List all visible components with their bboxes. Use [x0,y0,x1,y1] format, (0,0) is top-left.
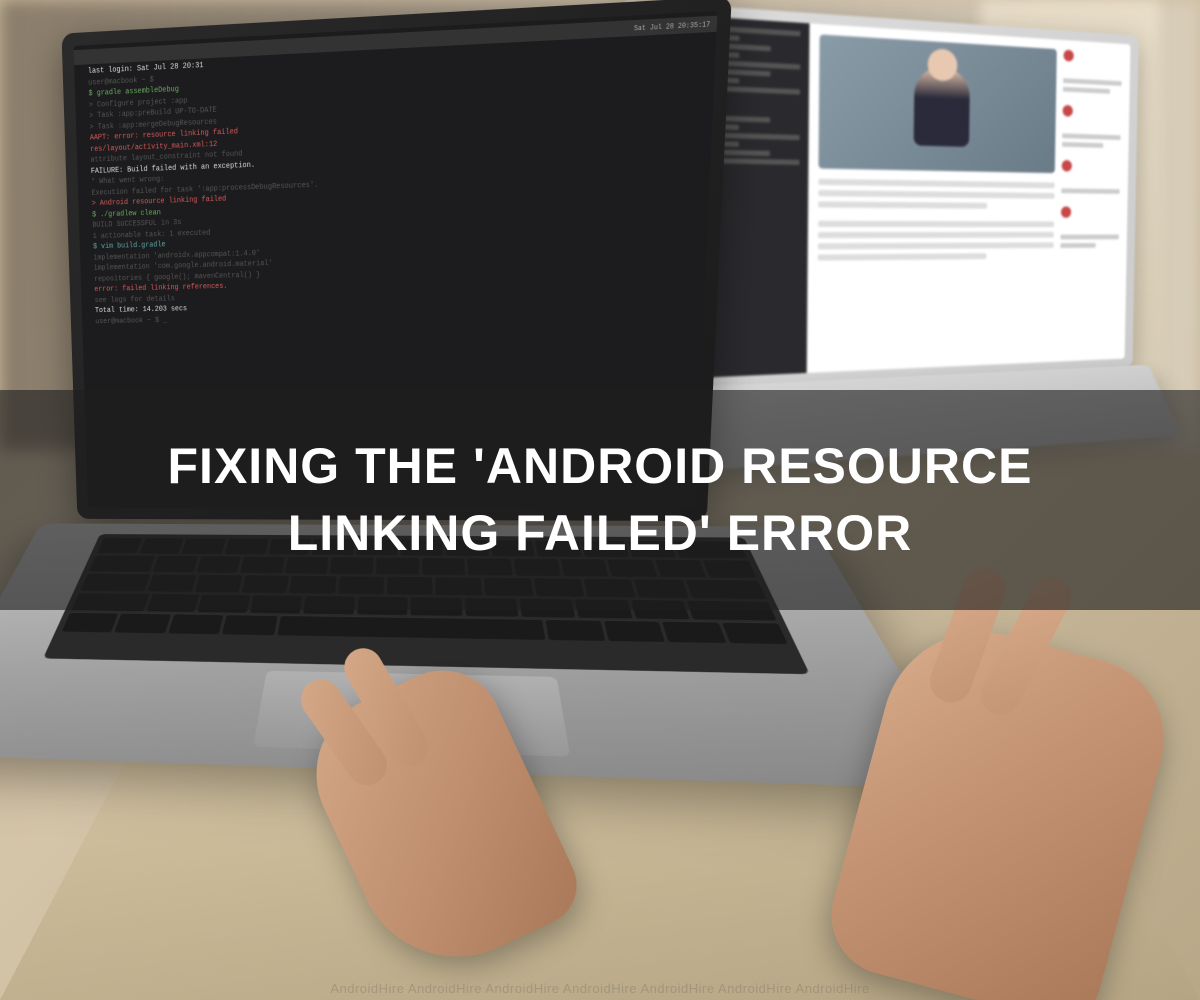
bullet-icon [1063,50,1073,62]
person-icon [914,65,970,147]
title-overlay-band: FIXING THE 'ANDROID RESOURCE LINKING FAI… [0,390,1200,610]
article-photo [819,34,1057,173]
browser-sidebar [1059,50,1122,353]
browser-main-column [817,34,1057,362]
watermark-text: AndroidHire AndroidHire AndroidHire Andr… [0,981,1200,996]
bullet-icon [1061,206,1071,217]
article-title: FIXING THE 'ANDROID RESOURCE LINKING FAI… [60,433,1140,568]
hero-image: Sat Jul 28 20:35:17 last login: Sat Jul … [0,0,1200,1000]
bullet-icon [1062,160,1072,172]
bullet-icon [1063,105,1073,117]
back-browser-panel [807,23,1130,373]
